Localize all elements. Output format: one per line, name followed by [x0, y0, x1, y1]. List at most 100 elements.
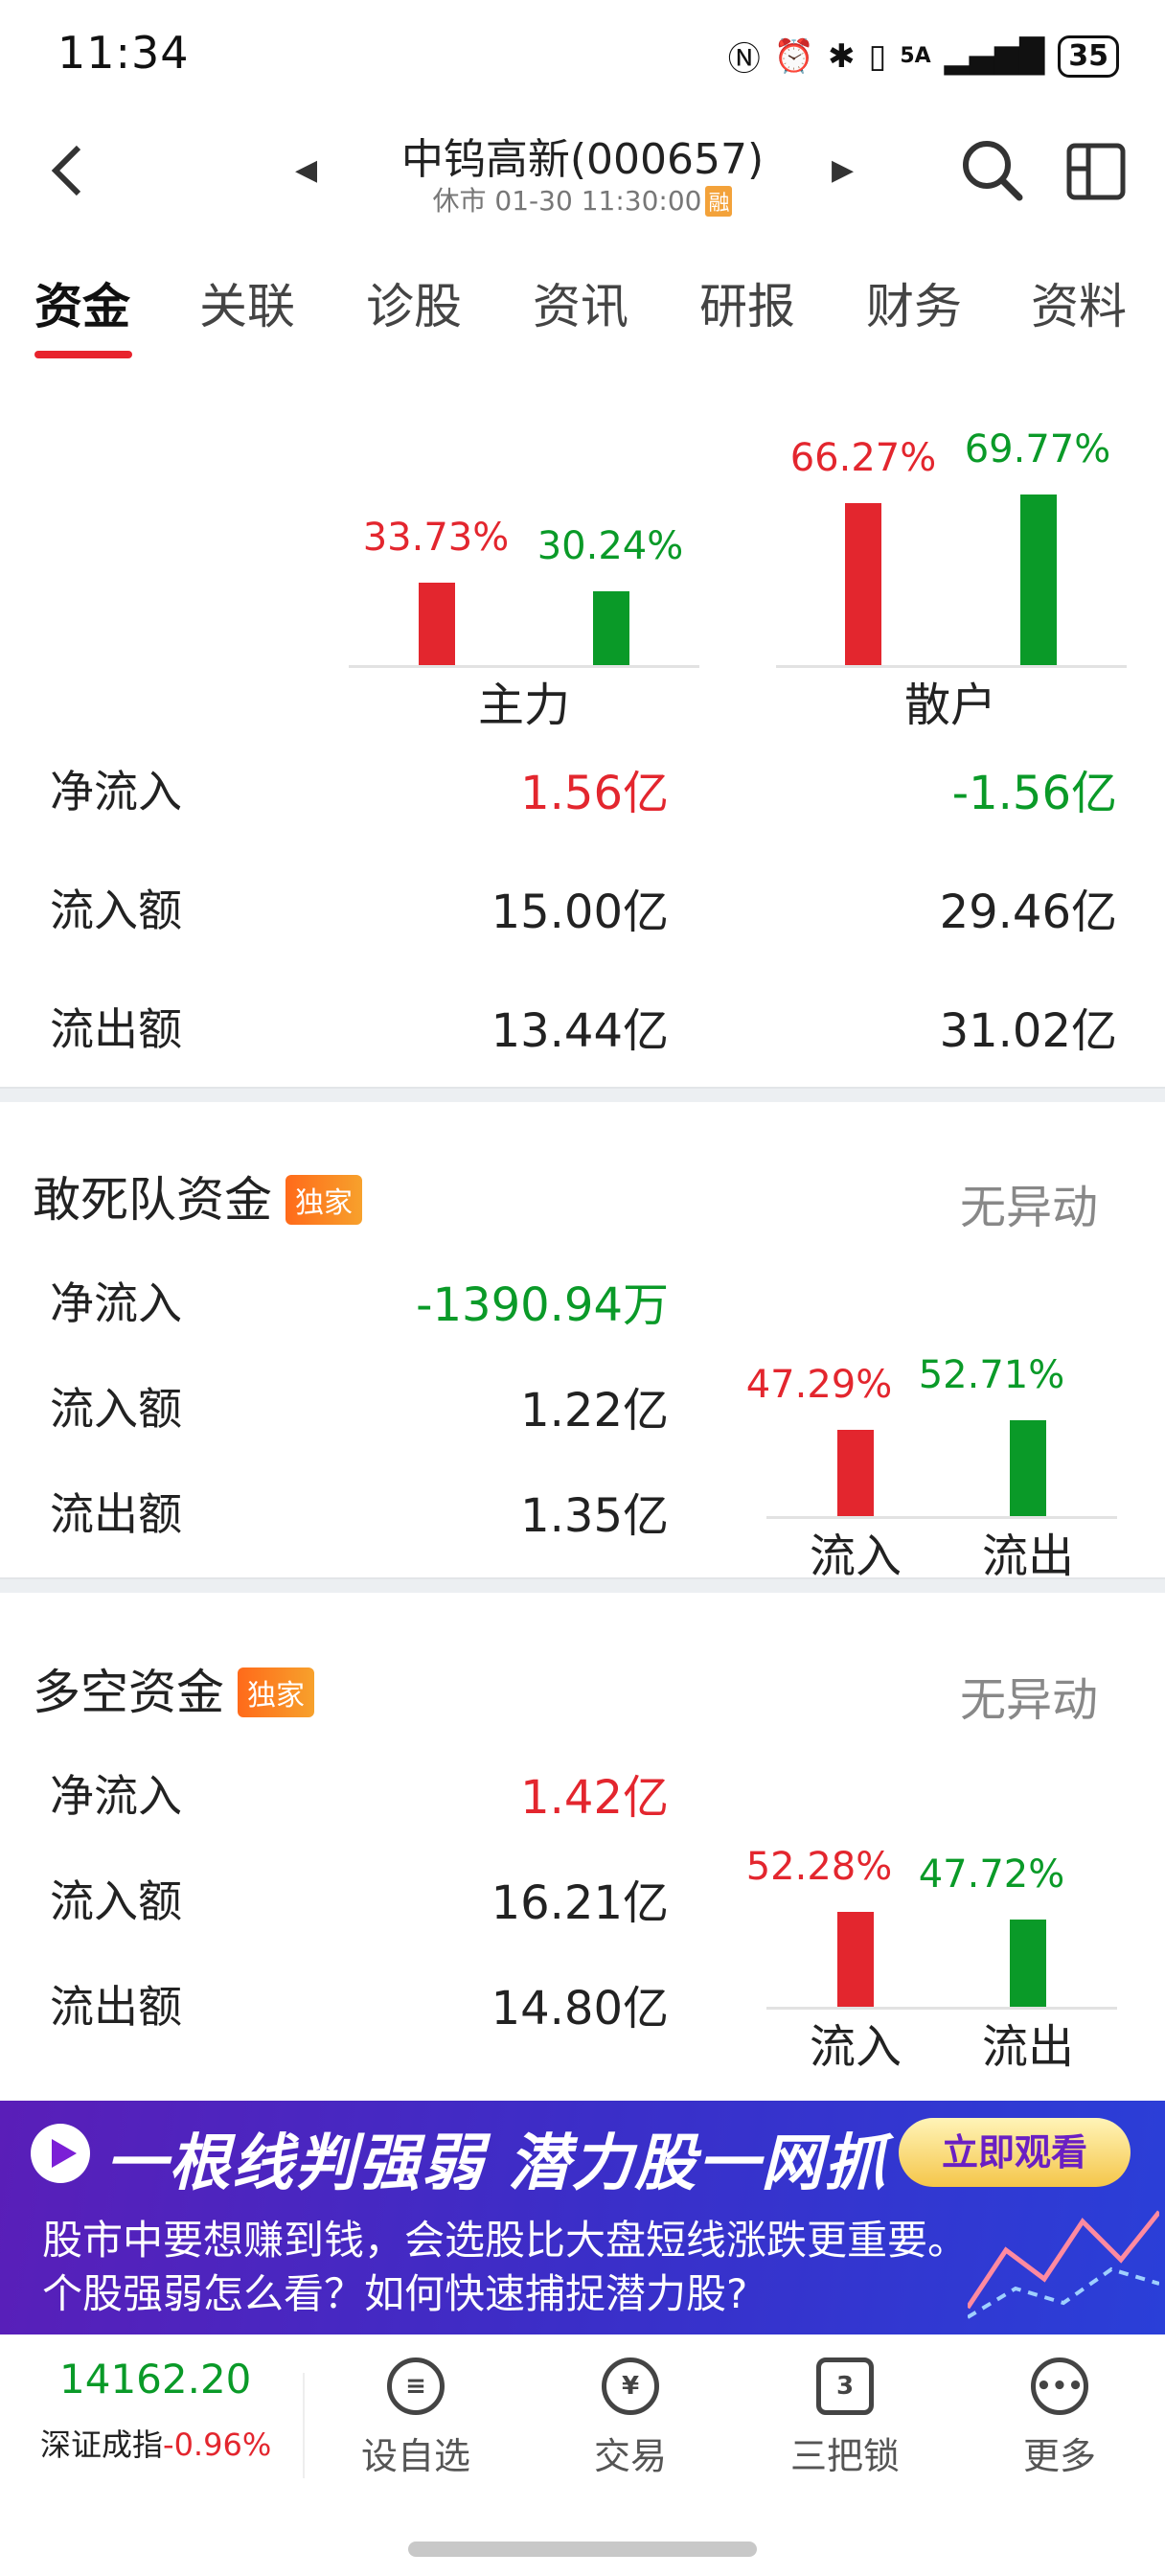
signal-icon: ▂▄▆█	[944, 36, 1045, 76]
longshort-in-label: 流入	[809, 2020, 902, 2074]
three-locks-button[interactable]: 3 三把锁	[759, 2358, 931, 2479]
three-locks-label: 三把锁	[789, 2435, 900, 2477]
watch-now-button[interactable]: 立即观看	[899, 2118, 1131, 2187]
tab-profile[interactable]: 资料	[1031, 268, 1127, 337]
longshort-inflow-bar	[837, 1911, 874, 2007]
add-watchlist-button[interactable]: ≡ 设自选	[330, 2358, 502, 2479]
home-indicator[interactable]	[408, 2542, 757, 2557]
dare-outflow: 1.35亿	[520, 1489, 669, 1543]
longshort-net-inflow: 1.42亿	[520, 1771, 669, 1825]
main-outflow-bar	[593, 590, 629, 665]
dare-label-outflow: 流出额	[50, 1488, 182, 1540]
toolbar-divider	[303, 2373, 305, 2478]
dare-funds-title-text: 敢死队资金	[33, 1172, 272, 1228]
tab-diagnosis[interactable]: 诊股	[366, 268, 462, 337]
tab-bar: 资金 关联 诊股 资讯 研报 财务 资料	[0, 257, 1165, 358]
list-icon: ≡	[387, 2358, 445, 2415]
alarm-icon: ⏰	[773, 36, 815, 76]
retail-outflow: 31.02亿	[939, 1004, 1117, 1058]
dare-out-pct: 52.71%	[918, 1352, 1065, 1397]
nfc-icon: Ⓝ	[727, 40, 761, 79]
exclusive-badge: 独家	[238, 1667, 314, 1717]
longshort-label-outflow: 流出额	[50, 1981, 182, 2033]
main-inflow-pct: 33.73%	[362, 515, 510, 560]
promo-banner[interactable]: 一根线判强弱 潜力股一网抓 立即观看 股市中要想赚到钱，会选股比大盘短线涨跌更重…	[0, 2101, 1165, 2334]
main-outflow: 13.44亿	[491, 1004, 669, 1058]
trade-label: 交易	[593, 2435, 667, 2477]
bluetooth-icon: ✱	[828, 36, 856, 76]
stock-header: ◀ 中钨高新(000657) 休市 01-30 11:30:00 融 ▶	[0, 113, 1165, 228]
retail-inflow-pct: 66.27%	[789, 436, 937, 480]
main-inflow: 15.00亿	[491, 886, 669, 939]
longshort-out-pct: 47.72%	[918, 1852, 1065, 1898]
lock-icon: 3	[816, 2358, 874, 2415]
dare-inflow: 1.22亿	[520, 1384, 669, 1438]
status-icons: Ⓝ ⏰ ✱ ▯ 5A ▂▄▆█ 35	[728, 33, 1119, 80]
retail-net-inflow: -1.56亿	[951, 767, 1117, 820]
dare-label-net: 净流入	[50, 1277, 182, 1329]
next-stock-icon[interactable]: ▶	[832, 153, 854, 187]
exclusive-badge: 独家	[286, 1174, 362, 1225]
tab-reports[interactable]: 研报	[699, 268, 795, 337]
longshort-in-pct: 52.28%	[745, 1844, 893, 1889]
market-status-text: 休市 01-30 11:30:00	[432, 185, 702, 217]
trade-button[interactable]: ¥ 交易	[544, 2358, 717, 2479]
longshort-outflow: 14.80亿	[491, 1982, 669, 2036]
retail-outflow-bar	[1020, 494, 1057, 665]
row-label-inflow: 流入额	[50, 885, 182, 936]
section-divider	[0, 1087, 1165, 1102]
longshort-inflow: 16.21亿	[491, 1876, 669, 1930]
dare-label-inflow: 流入额	[50, 1383, 182, 1435]
longshort-label-inflow: 流入额	[50, 1875, 182, 1927]
tab-finance[interactable]: 财务	[866, 268, 962, 337]
margin-badge: 融	[705, 186, 733, 217]
play-icon	[31, 2124, 90, 2183]
retail-outflow-pct: 69.77%	[964, 427, 1111, 472]
retail-inflow-bar	[845, 503, 881, 665]
tab-news[interactable]: 资讯	[533, 268, 628, 337]
dare-outflow-bar	[1010, 1419, 1046, 1516]
more-label: 更多	[1022, 2435, 1096, 2477]
section-divider	[0, 1577, 1165, 1593]
vibrate-icon: ▯	[868, 36, 887, 76]
longshort-chart: 52.28% 47.72% 流入 流出	[746, 1842, 1121, 2074]
index-value[interactable]: 14162.20	[59, 2356, 251, 2403]
status-bar: 11:34 Ⓝ ⏰ ✱ ▯ 5A ▂▄▆█ 35	[0, 0, 1165, 110]
index-name-text: 深证成指	[40, 2426, 164, 2463]
yen-icon: ¥	[602, 2358, 659, 2415]
tab-funds[interactable]: 资金	[34, 268, 130, 337]
retail-inflow: 29.46亿	[939, 886, 1117, 939]
banner-line-2: 个股强弱怎么看？如何快速捕捉潜力股?	[42, 2270, 748, 2317]
trend-line-icon	[968, 2210, 1159, 2319]
longshort-outflow-bar	[1010, 1920, 1046, 2007]
signal-label: 5A	[900, 44, 931, 68]
bottom-toolbar: 14162.20 深证成指-0.96% ≡ 设自选 ¥ 交易 3 三把锁 •••…	[0, 2334, 1165, 2576]
main-outflow-pct: 30.24%	[537, 523, 684, 568]
main-retail-chart: 33.73% 30.24% 主力 66.27% 69.77% 散户	[0, 402, 1165, 732]
layout-icon[interactable]	[1065, 136, 1127, 207]
longshort-status: 无异动	[959, 1673, 1098, 1727]
add-watchlist-label: 设自选	[360, 2435, 470, 2477]
longshort-label-net: 净流入	[50, 1770, 182, 1822]
index-name[interactable]: 深证成指-0.96%	[40, 2421, 271, 2465]
main-net-inflow: 1.56亿	[520, 767, 669, 820]
dare-funds-title: 敢死队资金 独家	[33, 1162, 362, 1230]
retail-group-label: 散户	[903, 678, 996, 732]
dare-net-inflow: -1390.94万	[416, 1278, 669, 1332]
banner-line-1: 股市中要想赚到钱，会选股比大盘短线涨跌更重要。	[42, 2217, 969, 2264]
dare-funds-status: 无异动	[959, 1181, 1098, 1234]
main-group-label: 主力	[477, 678, 570, 732]
search-icon[interactable]	[958, 136, 1025, 207]
index-change: -0.96%	[163, 2426, 272, 2463]
longshort-title: 多空资金 独家	[33, 1654, 314, 1723]
longshort-out-label: 流出	[981, 2020, 1074, 2074]
more-icon: •••	[1031, 2358, 1088, 2415]
tab-related[interactable]: 关联	[199, 268, 295, 337]
more-button[interactable]: ••• 更多	[973, 2358, 1146, 2479]
status-time: 11:34	[57, 27, 190, 79]
dare-chart: 47.29% 52.71% 流入 流出	[746, 1351, 1121, 1583]
dare-out-label: 流出	[981, 1530, 1074, 1583]
banner-headline: 一根线判强弱 潜力股一网抓	[105, 2128, 888, 2199]
dare-inflow-bar	[837, 1430, 874, 1516]
active-tab-indicator	[34, 351, 132, 358]
